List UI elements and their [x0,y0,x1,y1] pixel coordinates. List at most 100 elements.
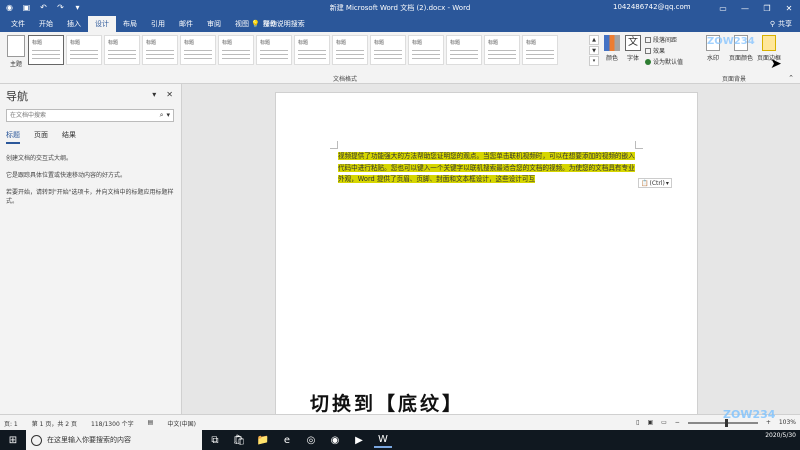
file-explorer-icon[interactable]: 📁 [254,432,272,448]
collapse-ribbon-icon[interactable]: ⌃ [788,74,794,82]
close-icon[interactable]: ✕ [778,0,800,16]
status-page-count[interactable]: 第 1 页，共 2 页 [32,419,77,428]
themes-button[interactable]: 主题 [6,35,26,68]
nav-help-text: 创建文档的交互式大纲。 它是跟踪具体位置或快速移动内容的好方式。 若要开始，请转… [6,154,176,214]
browser-icon[interactable]: ◉ [326,432,344,448]
edge-icon[interactable]: e [278,432,296,448]
fonts-button[interactable]: 文 字体 [624,35,642,62]
paste-options-button[interactable]: 📋 (Ctrl) ▾ [638,178,672,188]
status-language[interactable]: 中文(中国) [167,419,196,428]
effects-label: 效果 [653,48,666,55]
style-set-thumb[interactable]: 标题 [408,35,444,65]
zoom-slider[interactable] [687,418,758,427]
style-set-thumb[interactable]: 标题 [256,35,292,65]
user-account[interactable]: 1042486742@qq.com [613,3,691,11]
style-title: 标题 [184,40,195,46]
gallery-down-icon[interactable]: ▼ [589,45,599,56]
tab-references[interactable]: 引用 [144,16,172,32]
paragraph-spacing-button[interactable]: 段落间距 [645,35,683,44]
tray-date[interactable]: 2020/5/30 [765,432,796,440]
tab-home[interactable]: 开始 [32,16,60,32]
nav-search-input[interactable] [7,110,147,121]
search-icon[interactable]: ⌕ [160,111,164,120]
nav-help-line: 若要开始，请转到"开始"选项卡，并向文档中的标题应用标题样式。 [6,189,174,205]
windows-start-icon[interactable]: ⊞ [0,430,26,450]
style-set-thumb[interactable]: 标题 [28,35,64,65]
media-icon[interactable]: ▶ [350,432,368,448]
document-page[interactable]: 视频提供了功能强大的方法帮助您证明您的观点。当您单击联机视频时，可以在想要添加的… [275,92,698,422]
tab-design[interactable]: 设计 [88,16,116,32]
style-set-thumb[interactable]: 标题 [180,35,216,65]
watermark-label: 水印 [706,55,719,62]
style-set-thumb[interactable]: 标题 [332,35,368,65]
gallery-more-icon[interactable]: ▾ [589,56,599,67]
style-title: 标题 [412,40,423,46]
gallery-scroll: ▲ ▼ ▾ [589,35,599,67]
store-icon[interactable]: 🛍 [230,432,248,448]
style-set-thumb[interactable]: 标题 [294,35,330,65]
search-options-icon[interactable]: ▾ [166,111,170,120]
chevron-down-icon: ▾ [665,179,669,187]
system-tray: 2020/5/30 [765,432,796,440]
status-word-count[interactable]: 118/1300 个字 [91,419,134,428]
maximize-icon[interactable]: ❐ [756,0,778,16]
gallery-up-icon[interactable]: ▲ [589,35,599,45]
ribbon-display-options-icon[interactable]: ▭ [712,0,734,16]
style-set-thumb[interactable]: 标题 [104,35,140,65]
word-app-icon[interactable]: W [374,432,392,448]
window-controls: ▭ — ❐ ✕ [712,0,800,16]
effects-button[interactable]: 效果 [645,46,683,55]
tab-layout[interactable]: 布局 [116,16,144,32]
style-title: 标题 [374,40,385,46]
tell-me-search[interactable]: 💡 操作说明搜索 [251,16,305,32]
tab-mailings[interactable]: 邮件 [172,16,200,32]
nav-tabs: 标题 页面 结果 [6,130,76,144]
search-app-icon[interactable]: ◎ [302,432,320,448]
nav-options-icon[interactable]: ▾ [152,90,156,99]
document-body-text[interactable]: 视频提供了功能强大的方法帮助您证明您的观点。当您单击联机视频时，可以在想要添加的… [338,151,640,186]
minimize-icon[interactable]: — [734,0,756,16]
tab-file[interactable]: 文件 [4,16,32,32]
nav-tab-pages[interactable]: 页面 [34,130,48,144]
style-set-thumb[interactable]: 标题 [142,35,178,65]
document-format-options: 段落间距 效果 设为默认值 [645,35,683,66]
style-title: 标题 [70,40,81,46]
nav-close-icon[interactable]: ✕ [166,90,173,99]
page-borders-icon [762,35,776,51]
nav-tab-headings[interactable]: 标题 [6,130,20,144]
style-set-thumb[interactable]: 标题 [218,35,254,65]
status-page[interactable]: 页: 1 [4,419,18,428]
web-layout-icon[interactable]: ▭ [661,419,667,426]
zoom-out-icon[interactable]: − [675,419,680,426]
print-layout-icon[interactable]: ▣ [647,419,653,426]
share-button[interactable]: ⚲ 共享 [770,16,792,32]
style-title: 标题 [488,40,499,46]
style-title: 标题 [108,40,119,46]
colors-button[interactable]: 颜色 [601,35,623,62]
nav-tab-results[interactable]: 结果 [62,130,76,144]
shaded-text: 视频提供了功能强大的方法帮助您证明您的观点。当您单击联机视频时，可以在想要添加的… [338,152,635,183]
ribbon-tab-bar: 文件 开始 插入 设计 布局 引用 邮件 审阅 视图 帮助 💡 操作说明搜索 ⚲… [0,16,800,32]
proofing-icon[interactable]: ▤ [148,419,154,428]
design-ribbon: 主题 标题 标题 标题 标题 标题 标题 标题 标题 标题 标题 标题 标题 标… [0,32,800,84]
tab-review[interactable]: 审阅 [200,16,228,32]
style-set-thumb[interactable]: 标题 [446,35,482,65]
read-mode-icon[interactable]: ▯ [636,419,639,426]
effects-icon [645,47,651,54]
nav-help-line: 它是跟踪具体位置或快速移动内容的好方式。 [6,172,127,179]
taskbar-search[interactable]: 在这里输入你要搜索的内容 [26,430,202,450]
style-set-thumb[interactable]: 标题 [522,35,558,65]
style-set-thumb[interactable]: 标题 [370,35,406,65]
style-set-thumb[interactable]: 标题 [484,35,520,65]
style-set-gallery: 标题 标题 标题 标题 标题 标题 标题 标题 标题 标题 标题 标题 标题 标… [28,35,558,65]
person-icon: ⚲ [769,20,775,28]
nav-search-box: ⌕ ▾ [6,109,174,122]
zoom-level[interactable]: 103% [779,419,796,426]
task-view-icon[interactable]: ⧉ [206,432,224,448]
tab-insert[interactable]: 插入 [60,16,88,32]
set-default-button[interactable]: 设为默认值 [645,57,683,66]
margin-mark [635,141,643,149]
style-set-thumb[interactable]: 标题 [66,35,102,65]
mouse-pointer-icon: ➤ [770,56,782,72]
set-default-label: 设为默认值 [653,59,684,66]
